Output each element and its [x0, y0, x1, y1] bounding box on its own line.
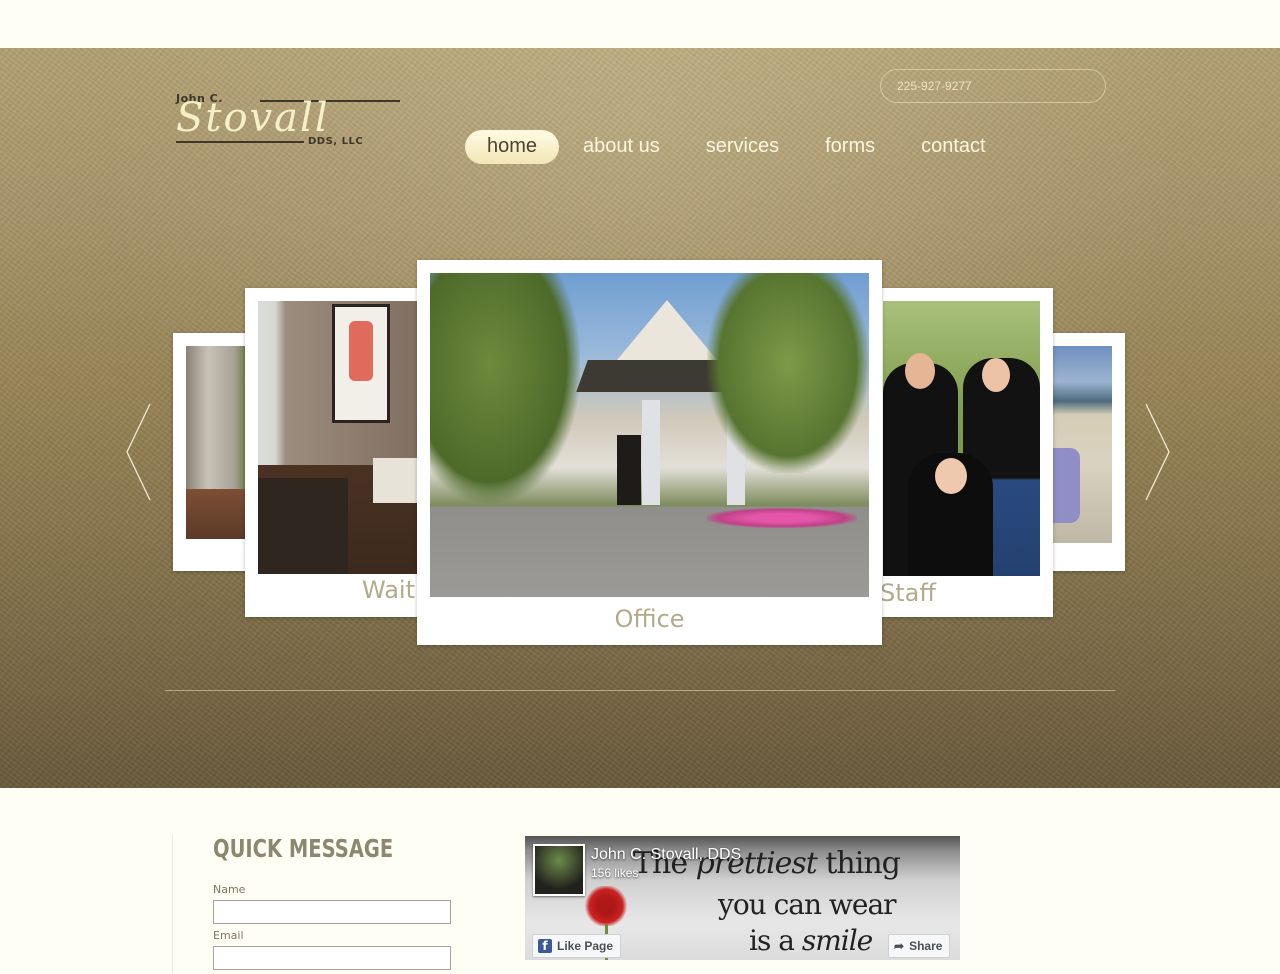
cover-quote-text: smile	[801, 924, 873, 957]
quick-message-title: QUICK MESSAGE	[213, 834, 394, 863]
facebook-like-count: 156 likes	[591, 866, 639, 880]
photo-detail-column	[642, 400, 660, 505]
cover-quote-text: thing	[816, 846, 901, 881]
photo-detail-chair	[258, 478, 348, 574]
quick-message-form: QUICK MESSAGE Name Email	[172, 834, 473, 974]
photo-detail-face	[982, 358, 1010, 392]
carousel-slide-active[interactable]: Office	[417, 260, 882, 645]
photo-detail-door	[617, 435, 641, 505]
carousel-prev-button[interactable]	[125, 403, 151, 501]
nav-forms[interactable]: forms	[803, 130, 897, 164]
photo-detail-artwork	[332, 304, 390, 423]
like-page-label: Like Page	[557, 939, 614, 953]
logo-rule	[176, 141, 304, 143]
top-strip	[0, 0, 1280, 48]
phone-number: 225-927-9277	[880, 69, 1106, 103]
email-label: Email	[213, 929, 244, 942]
photo-detail-face	[935, 458, 967, 494]
share-arrow-icon: ➦	[894, 939, 905, 953]
chevron-left-icon	[126, 403, 151, 501]
carousel-slide[interactable]: Staff	[870, 288, 1053, 617]
hero-section: John C. Stovall DDS, LLC 225-927-9277 ho…	[0, 48, 1280, 788]
share-button[interactable]: ➦ Share	[888, 934, 951, 958]
facebook-page-avatar[interactable]	[533, 844, 585, 896]
bottom-section: QUICK MESSAGE Name Email The prettiest t…	[0, 788, 1280, 974]
slide-caption: Office	[614, 605, 685, 633]
carousel-next-button[interactable]	[1145, 403, 1171, 501]
main-nav: home about us services forms contact	[465, 130, 1010, 164]
photo-detail-tree	[707, 273, 869, 473]
slide-caption: Staff	[880, 579, 936, 607]
chevron-right-icon	[1145, 403, 1170, 501]
logo-line-dds: DDS, LLC	[308, 136, 364, 147]
photo-detail-tree	[430, 273, 580, 503]
hero-divider	[165, 690, 1115, 691]
nav-about-us[interactable]: about us	[561, 130, 682, 164]
name-field[interactable]	[213, 900, 451, 924]
name-label: Name	[213, 883, 246, 896]
nav-home[interactable]: home	[465, 130, 560, 164]
email-field[interactable]	[213, 946, 451, 970]
share-label: Share	[909, 939, 943, 953]
nav-contact[interactable]: contact	[899, 130, 1007, 164]
facebook-page-widget[interactable]: The prettiest thing you can wear is a sm…	[525, 836, 960, 960]
cover-quote-line2: you can wear	[718, 888, 897, 921]
cover-quote-line3: is a smile	[749, 924, 873, 957]
facebook-icon: f	[538, 939, 552, 953]
site-logo[interactable]: John C. Stovall DDS, LLC	[174, 92, 404, 154]
facebook-page-name[interactable]: John C. Stovall, DDS	[591, 846, 741, 864]
photo-detail-flowers	[707, 508, 857, 528]
logo-line-stovall: Stovall	[176, 95, 330, 141]
photo-detail-gable	[617, 300, 717, 360]
photo-detail-face	[905, 353, 935, 389]
slide-caption: Waiti	[362, 576, 422, 604]
cover-quote-text: is a	[749, 924, 802, 957]
like-page-button[interactable]: f Like Page	[532, 934, 622, 958]
carousel-slide[interactable]: Waiti	[245, 288, 430, 617]
nav-services[interactable]: services	[684, 130, 801, 164]
cover-flower-image	[583, 886, 629, 926]
